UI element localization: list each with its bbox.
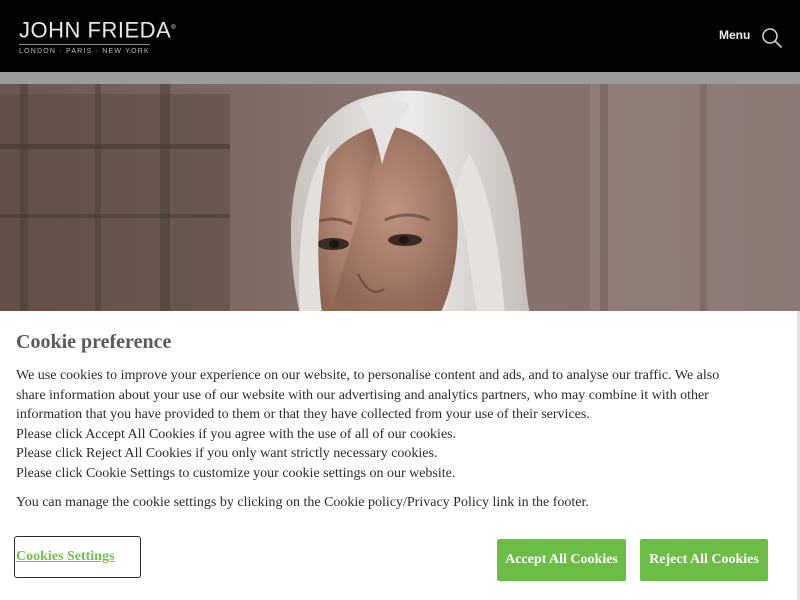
brand-name-text: JOHN FRIEDA (19, 17, 172, 43)
cookie-reject-instruction: Please click Reject All Cookies if you o… (16, 446, 438, 461)
cookie-accept-instruction: Please click Accept All Cookies if you a… (16, 426, 457, 442)
cookie-settings-button[interactable]: Cookies Settings (14, 536, 141, 578)
cookie-settings-instruction: Please click Cookie Settings to customiz… (16, 465, 456, 481)
site-header: JOHN FRIEDA® LONDON · PARIS · NEW YORK M… (0, 0, 800, 72)
cookie-banner-title: Cookie preference (16, 331, 172, 353)
brand-tagline: LONDON · PARIS · NEW YORK (19, 48, 150, 56)
cookie-manage-text: You can manage the cookie settings by cl… (16, 495, 589, 510)
cookie-banner: Cookie preference We use cookies to impr… (0, 311, 800, 600)
reject-all-cookies-button[interactable]: Reject All Cookies (640, 539, 768, 581)
brand-name: JOHN FRIEDA® (19, 17, 176, 41)
menu-button[interactable]: Menu (719, 28, 750, 42)
page: JOHN FRIEDA® LONDON · PARIS · NEW YORK M… (0, 0, 800, 600)
hero-image (0, 84, 800, 314)
header-divider-strip (0, 72, 800, 84)
search-icon[interactable] (761, 27, 783, 49)
brand-logo[interactable]: JOHN FRIEDA® LONDON · PARIS · NEW YORK (19, 17, 176, 55)
cookie-banner-description: We use cookies to improve your experienc… (16, 366, 746, 483)
registered-mark: ® (171, 25, 177, 31)
accept-all-cookies-button[interactable]: Accept All Cookies (497, 539, 626, 581)
logo-divider (19, 44, 150, 46)
cookie-intro-text: We use cookies to improve your experienc… (16, 368, 720, 422)
